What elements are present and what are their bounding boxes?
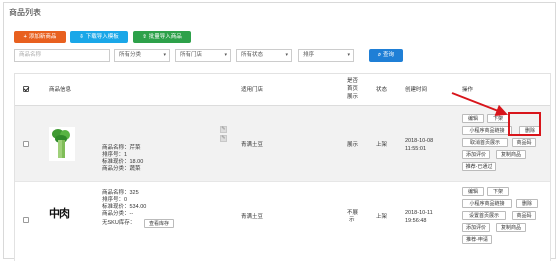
annotation-arrow-icon bbox=[451, 92, 508, 116]
